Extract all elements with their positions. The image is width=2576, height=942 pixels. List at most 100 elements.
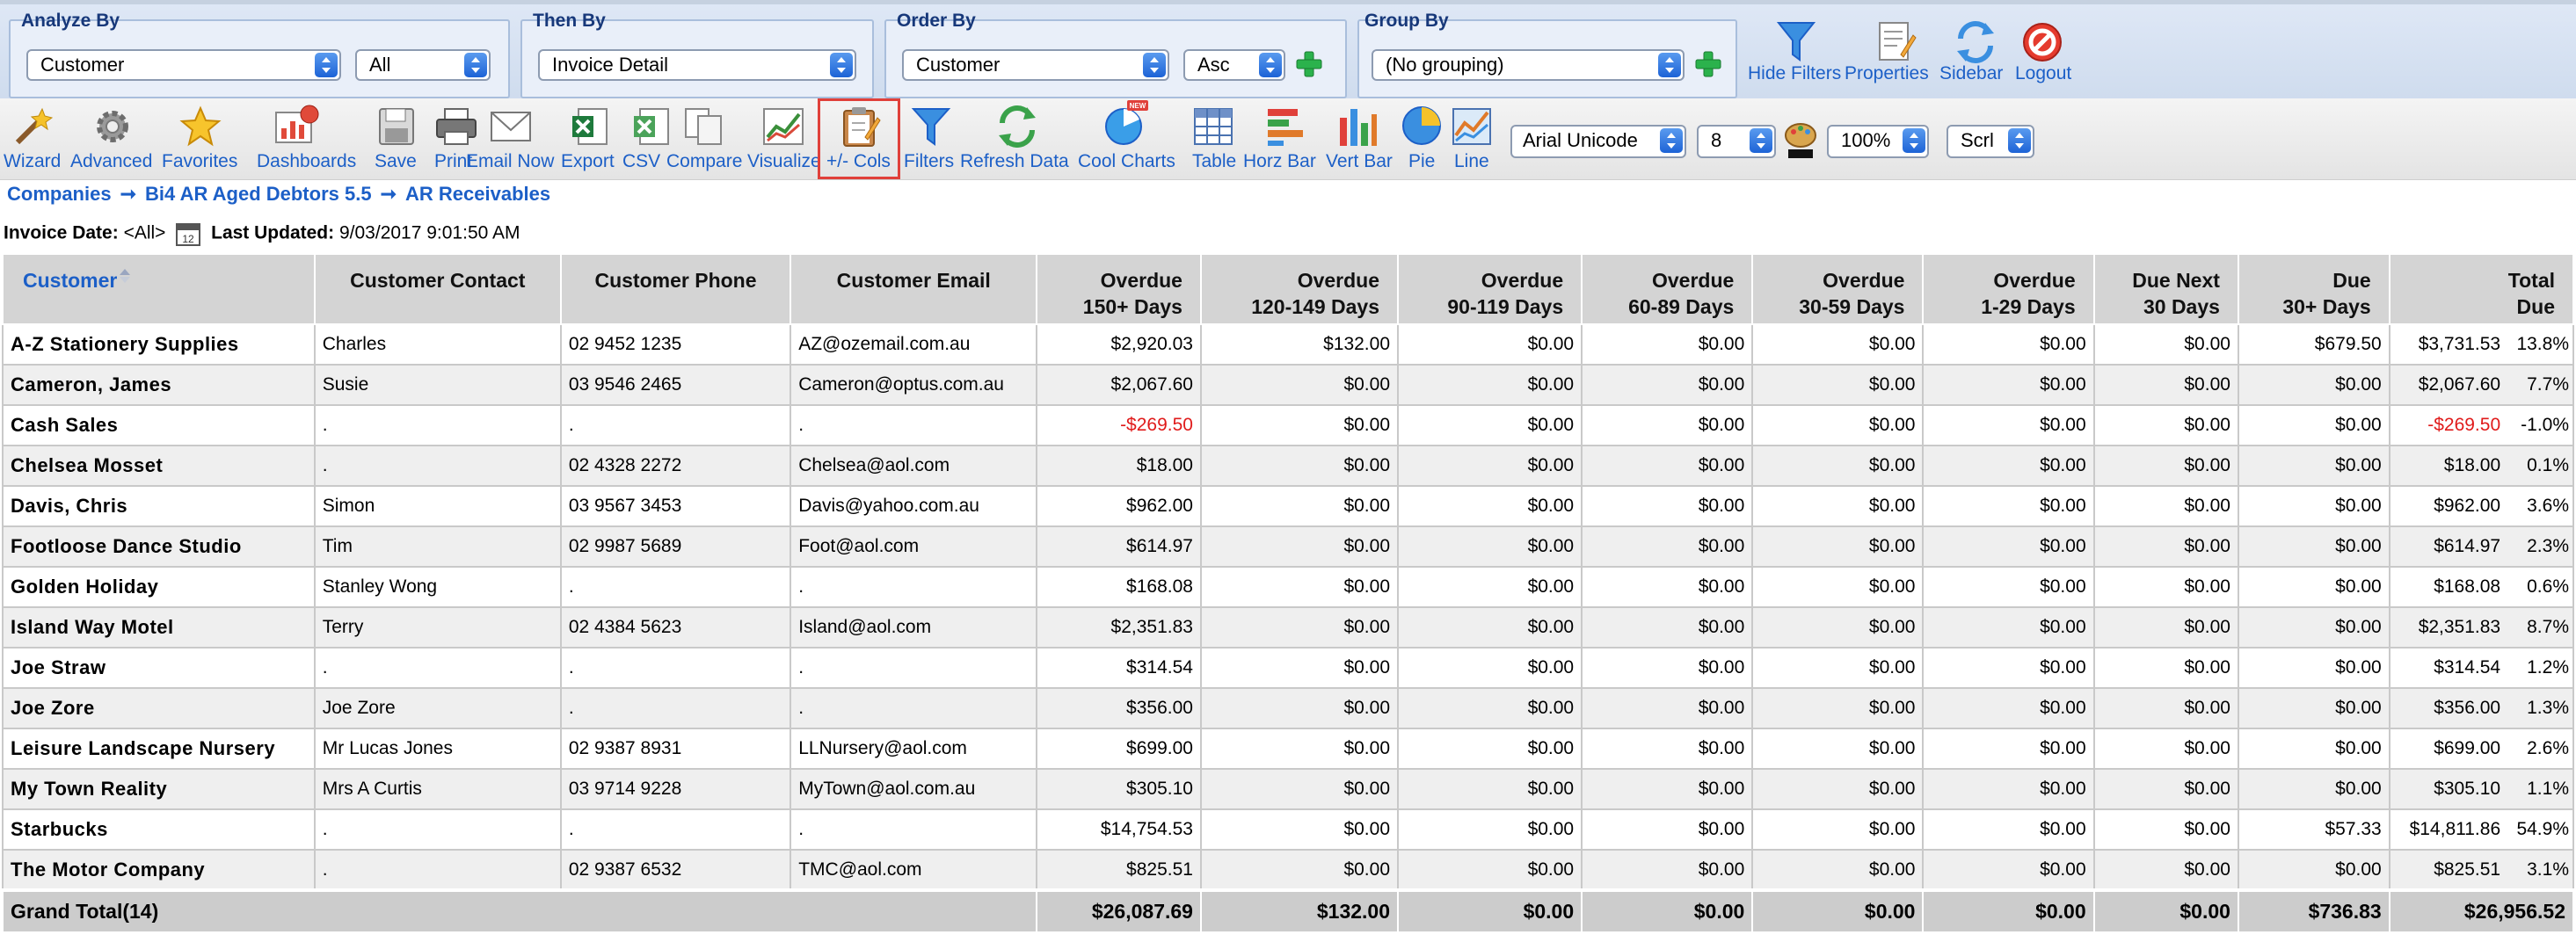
order-by-select[interactable]: Customer	[902, 49, 1169, 81]
then-by-value: Invoice Detail	[552, 54, 669, 76]
print-icon[interactable]	[434, 105, 478, 148]
table-row[interactable]: Island Way Motel Terry 02 4384 5623 Island@…	[2, 606, 2574, 649]
advanced-gear-icon[interactable]	[91, 105, 134, 148]
compare-icon[interactable]	[682, 105, 726, 148]
export-button[interactable]: Export	[561, 151, 615, 172]
cool-charts-icon[interactable]: NEW	[1102, 100, 1148, 148]
column-header-overdue-120[interactable]: Overdue 120-149 Days	[1199, 253, 1400, 325]
breadcrumb-current[interactable]: AR Receivables	[405, 183, 550, 205]
column-header-email[interactable]: Customer Email	[790, 253, 1038, 325]
table-row[interactable]: A-Z Stationery Supplies Charles 02 9452 12…	[2, 323, 2574, 366]
dashboards-icon[interactable]	[271, 104, 324, 149]
table-grid-icon[interactable]	[1192, 105, 1234, 148]
table-row[interactable]: Leisure Landscape Nursery Mr Lucas Jones 0…	[2, 728, 2574, 770]
table-button[interactable]: Table	[1192, 151, 1236, 172]
column-header-overdue-150[interactable]: Overdue 150+ Days	[1036, 253, 1202, 325]
column-header-overdue-90[interactable]: Overdue 90-119 Days	[1397, 253, 1583, 325]
line-chart-icon[interactable]	[1451, 105, 1493, 148]
table-row[interactable]: Davis, Chris Simon 03 9567 3453 Davis@yahoo…	[2, 485, 2574, 527]
cell-phone: 02 9387 8931	[559, 728, 792, 770]
hide-filters-button[interactable]: Hide Filters	[1748, 63, 1841, 84]
font-select[interactable]: Arial Unicode	[1510, 125, 1686, 158]
filters-funnel-icon[interactable]	[911, 105, 951, 148]
wizard-icon[interactable]	[12, 107, 53, 148]
vert-bar-button[interactable]: Vert Bar	[1326, 151, 1393, 172]
zoom-select[interactable]: 100%	[1827, 125, 1929, 158]
column-header-contact[interactable]: Customer Contact	[313, 253, 562, 325]
vertical-bar-chart-icon[interactable]	[1336, 105, 1379, 148]
table-row[interactable]: Cash Sales... -$269.50 $0.00 $0.00 $0.00 $0.0…	[2, 404, 2574, 446]
column-header-overdue-30[interactable]: Overdue 30-59 Days	[1751, 253, 1925, 325]
scroll-select[interactable]: Scrl	[1947, 125, 2034, 158]
horizontal-bar-chart-icon[interactable]	[1264, 105, 1306, 148]
advanced-button[interactable]: Advanced	[70, 151, 152, 172]
export-excel-icon[interactable]	[570, 105, 610, 148]
visualize-chart-icon[interactable]	[761, 105, 805, 148]
then-by-select[interactable]: Invoice Detail	[538, 49, 856, 81]
cell-d30: $0.00	[1751, 768, 1925, 810]
breadcrumb-report[interactable]: Bi4 AR Aged Debtors 5.5	[145, 183, 372, 205]
breadcrumb: Companies ➞ Bi4 AR Aged Debtors 5.5 ➞ AR Rec…	[7, 183, 550, 209]
logout-button[interactable]: Logout	[2015, 63, 2071, 84]
column-header-total-due[interactable]: Total Due	[2388, 253, 2575, 325]
font-size-select[interactable]: 8	[1697, 125, 1776, 158]
refresh-icon[interactable]	[995, 104, 1039, 148]
logout-icon[interactable]	[2020, 19, 2064, 65]
properties-button[interactable]: Properties	[1845, 63, 1929, 84]
analyze-by-select[interactable]: Customer	[26, 49, 341, 81]
table-row[interactable]: Footloose Dance Studio Tim 02 9987 5689 Foo…	[2, 525, 2574, 568]
pie-button[interactable]: Pie	[1408, 151, 1435, 172]
table-row[interactable]: Starbucks... $14,754.53 $0.00 $0.00 $0.00 $0.…	[2, 808, 2574, 851]
csv-icon[interactable]	[631, 105, 672, 148]
add-group-plus-icon[interactable]	[1693, 49, 1723, 79]
sidebar-button[interactable]: Sidebar	[1939, 63, 2003, 84]
cell-contact: Terry	[313, 606, 562, 649]
column-header-phone[interactable]: Customer Phone	[559, 253, 792, 325]
column-header-overdue-1[interactable]: Overdue 1-29 Days	[1922, 253, 2095, 325]
cell-due30: $0.00	[2237, 687, 2390, 729]
visualize-button[interactable]: Visualize	[747, 151, 821, 172]
breadcrumb-companies[interactable]: Companies	[7, 183, 112, 205]
analyze-by-filter-select[interactable]: All	[355, 49, 491, 81]
refresh-data-button[interactable]: Refresh Data	[960, 151, 1069, 172]
hide-filters-icon[interactable]	[1776, 19, 1816, 65]
horz-bar-button[interactable]: Horz Bar	[1243, 151, 1316, 172]
column-header-customer[interactable]: Customer	[2, 253, 316, 325]
sort-icon[interactable]	[119, 267, 131, 285]
save-button[interactable]: Save	[375, 151, 417, 172]
invoice-date-value[interactable]: <All>	[124, 223, 166, 243]
compare-button[interactable]: Compare	[666, 151, 742, 172]
column-header-due-30-plus[interactable]: Due 30+ Days	[2237, 253, 2390, 325]
order-direction-select[interactable]: Asc	[1183, 49, 1285, 81]
column-header-overdue-60[interactable]: Overdue 60-89 Days	[1581, 253, 1754, 325]
add-order-plus-icon[interactable]	[1294, 49, 1324, 79]
columns-clipboard-icon[interactable]	[839, 105, 881, 148]
properties-icon[interactable]	[1874, 19, 1917, 65]
column-header-due-next-30[interactable]: Due Next 30 Days	[2092, 253, 2239, 325]
table-row[interactable]: Golden Holiday Stanley Wong.. $168.08 $0.00…	[2, 566, 2574, 608]
save-disk-icon[interactable]	[376, 105, 417, 148]
color-palette-icon[interactable]	[1783, 121, 1818, 162]
table-row[interactable]: My Town Reality Mrs A Curtis 03 9714 9228 M…	[2, 768, 2574, 810]
calendar-icon[interactable]: 12	[176, 221, 201, 246]
line-button[interactable]: Line	[1454, 151, 1489, 172]
sidebar-icon[interactable]	[1954, 19, 1997, 65]
csv-button[interactable]: CSV	[622, 151, 660, 172]
favorites-button[interactable]: Favorites	[162, 151, 237, 172]
pie-chart-icon[interactable]	[1400, 104, 1444, 148]
cols-button[interactable]: +/- Cols	[826, 151, 891, 172]
cool-charts-button[interactable]: Cool Charts	[1078, 151, 1175, 172]
filters-button[interactable]: Filters	[904, 151, 954, 172]
group-by-select[interactable]: (No grouping)	[1372, 49, 1685, 81]
table-row[interactable]: Cameron, James Susie 03 9546 2465 Cameron@o…	[2, 364, 2574, 406]
table-row[interactable]: Joe Zore Joe Zore.. $356.00 $0.00 $0.00 $0.00…	[2, 687, 2574, 729]
email-envelope-icon[interactable]	[489, 105, 533, 148]
table-row[interactable]: The Motor Company. 02 9387 6532 TMC@aol.co…	[2, 849, 2574, 891]
table-row[interactable]: Chelsea Mosset. 02 4328 2272 Chelsea@aol.c…	[2, 445, 2574, 487]
table-row[interactable]: Joe Straw... $314.54 $0.00 $0.00 $0.00 $0.00 $…	[2, 647, 2574, 689]
cell-total: $314.54	[2388, 647, 2508, 689]
dashboards-button[interactable]: Dashboards	[257, 151, 356, 172]
wizard-button[interactable]: Wizard	[4, 151, 61, 172]
favorites-star-icon[interactable]	[179, 105, 222, 148]
email-now-button[interactable]: Email Now	[466, 151, 554, 172]
